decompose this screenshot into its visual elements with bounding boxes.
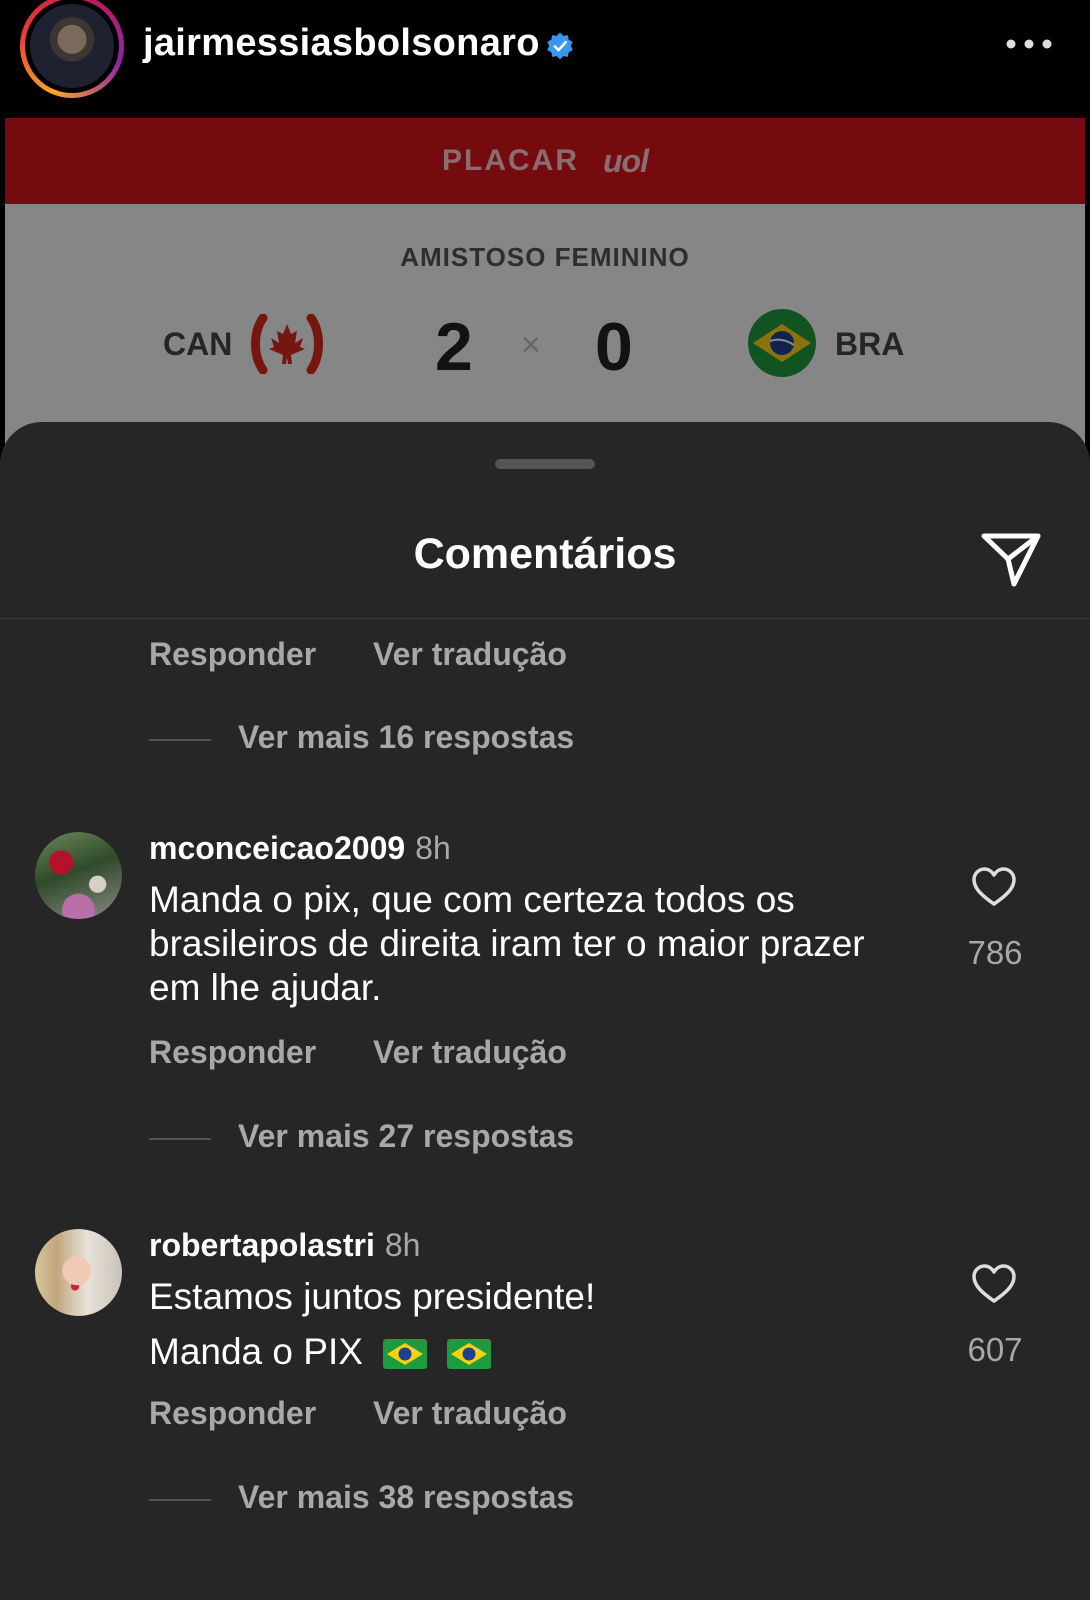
comment-time: 8h bbox=[384, 1227, 421, 1263]
heart-icon[interactable] bbox=[971, 1263, 1017, 1305]
view-more-replies-label: Ver mais 38 respostas bbox=[238, 1479, 575, 1515]
comment-text-line-2: Manda o PIX bbox=[149, 1330, 909, 1374]
heart-icon[interactable] bbox=[971, 866, 1017, 908]
profile-photo bbox=[30, 4, 114, 88]
story-avatar[interactable] bbox=[20, 0, 124, 98]
translate-link[interactable]: Ver tradução bbox=[373, 636, 567, 673]
translate-link[interactable]: Ver tradução bbox=[373, 1034, 567, 1071]
like-count: 786 bbox=[967, 934, 1023, 971]
view-more-replies-label: Ver mais 27 respostas bbox=[238, 1118, 575, 1154]
paper-plane-icon[interactable] bbox=[978, 526, 1044, 592]
post-header: jairmessiasbolsonaro bbox=[0, 0, 1090, 118]
comment-text-line-1: Estamos juntos presidente! bbox=[149, 1276, 596, 1317]
comment-username[interactable]: mconceicao2009 bbox=[149, 830, 405, 866]
sheet-divider bbox=[0, 618, 1090, 619]
reply-link[interactable]: Responder bbox=[149, 1034, 316, 1071]
comment-actions: Responder Ver tradução bbox=[149, 1395, 567, 1432]
comment-username-line[interactable]: mconceicao2009 8h bbox=[149, 830, 451, 867]
drag-handle[interactable] bbox=[495, 459, 595, 469]
comment-text-line-2-text: Manda o PIX bbox=[149, 1331, 363, 1372]
comment-username-line[interactable]: robertapolastri 8h bbox=[149, 1227, 420, 1264]
comment-text: Estamos juntos presidente! Manda o PIX bbox=[149, 1275, 909, 1374]
comments-sheet: Comentários Responder Ver tradução Ver m… bbox=[0, 422, 1090, 1600]
instagram-post-screen: jairmessiasbolsonaro PLACAR uol AMISTOSO… bbox=[0, 0, 1090, 1600]
comment-username[interactable]: robertapolastri bbox=[149, 1227, 375, 1263]
brazil-flag-emoji-icon bbox=[447, 1339, 492, 1370]
replies-divider-line bbox=[149, 739, 211, 741]
comment-actions: Responder Ver tradução bbox=[149, 1034, 567, 1071]
post-username[interactable]: jairmessiasbolsonaro bbox=[143, 22, 540, 65]
reply-link[interactable]: Responder bbox=[149, 636, 316, 673]
replies-divider-line bbox=[149, 1499, 211, 1501]
translate-link[interactable]: Ver tradução bbox=[373, 1395, 567, 1432]
avatar[interactable] bbox=[35, 832, 122, 919]
more-horizontal-icon[interactable] bbox=[1004, 36, 1054, 52]
brazil-flag-emoji-icon bbox=[383, 1339, 428, 1370]
comment-time: 8h bbox=[415, 830, 451, 866]
avatar[interactable] bbox=[35, 1229, 122, 1316]
reply-link[interactable]: Responder bbox=[149, 1395, 316, 1432]
replies-divider-line bbox=[149, 1138, 211, 1140]
like-count: 607 bbox=[967, 1331, 1023, 1368]
comment-text: Manda o pix, que com certeza todos os br… bbox=[149, 879, 865, 1008]
sheet-title: Comentários bbox=[413, 530, 677, 578]
comment-actions: Responder Ver tradução bbox=[149, 636, 567, 673]
verified-badge-icon bbox=[547, 32, 573, 60]
view-more-replies-label: Ver mais 16 respostas bbox=[238, 719, 575, 755]
